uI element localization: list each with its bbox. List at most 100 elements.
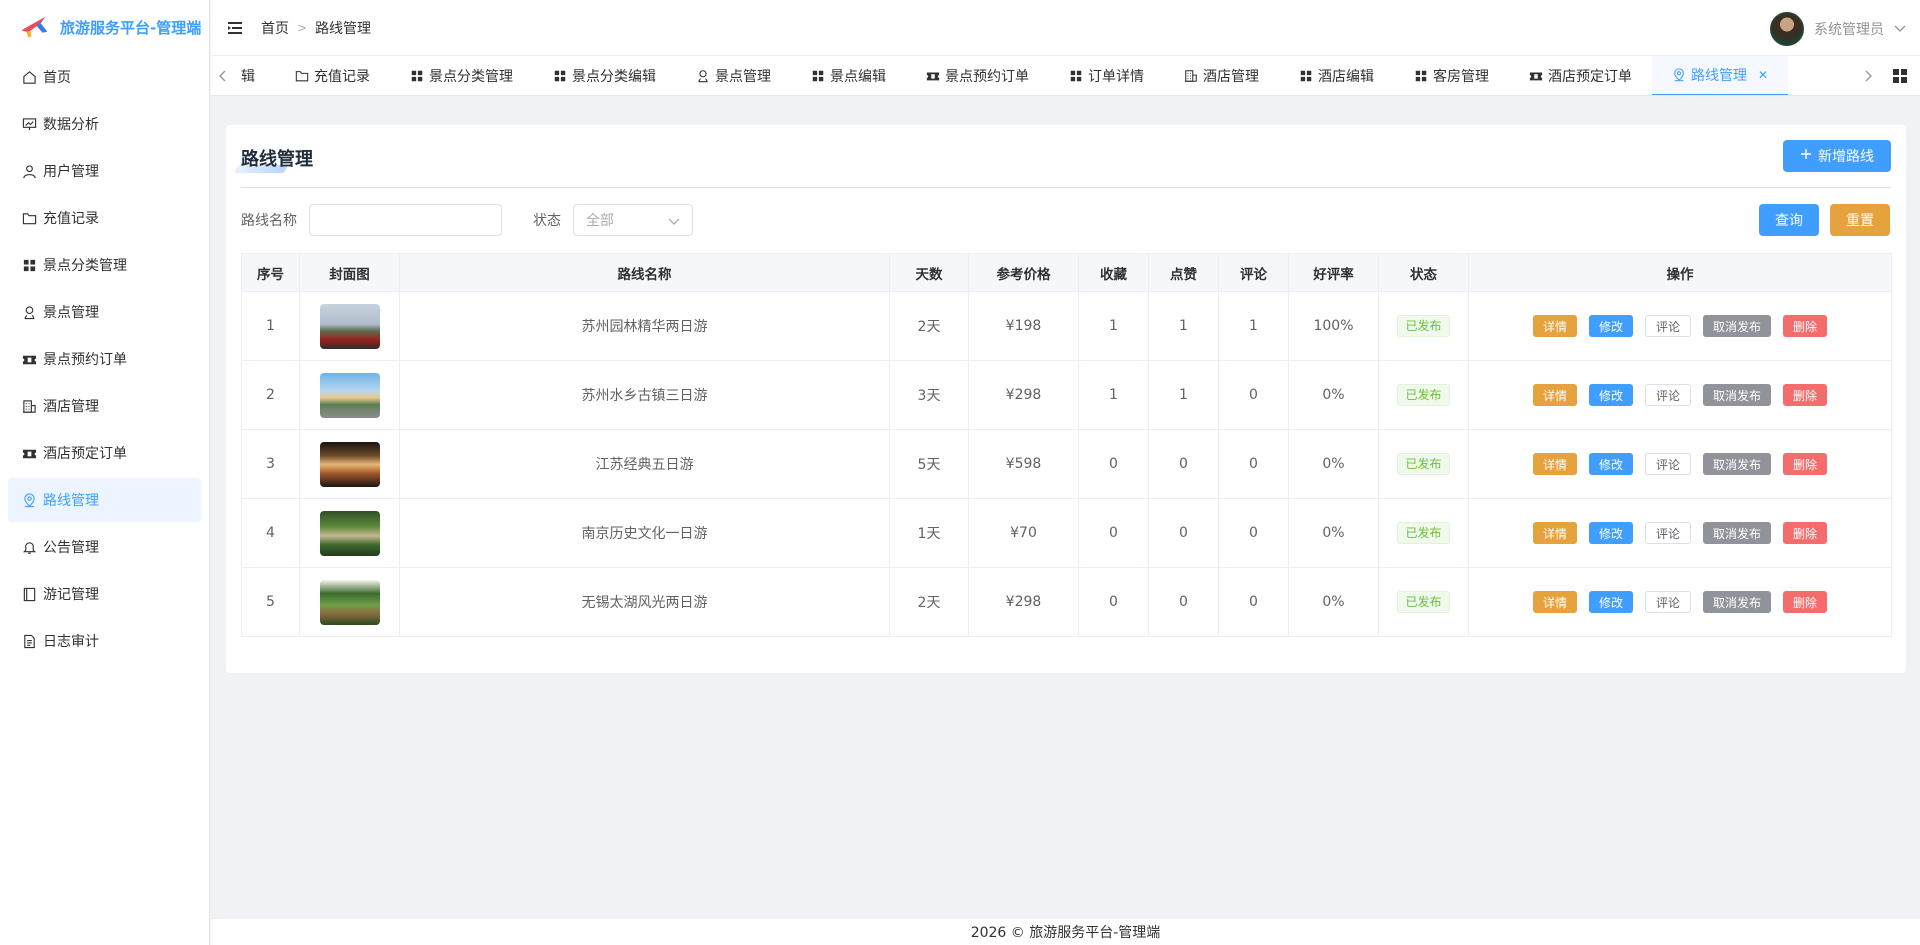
sidebar-item-8[interactable]: 酒店预定订单 bbox=[8, 431, 201, 475]
tab-12[interactable]: 路线管理 ✕ bbox=[1652, 56, 1789, 95]
cell-comment: 0 bbox=[1218, 498, 1289, 568]
chevron-down-icon bbox=[668, 214, 680, 230]
cover-image[interactable] bbox=[319, 579, 380, 625]
cover-image[interactable] bbox=[319, 510, 380, 556]
tab-10[interactable]: 客房管理 bbox=[1394, 56, 1509, 95]
delete-button[interactable]: 删除 bbox=[1783, 522, 1828, 544]
sidebar-item-4[interactable]: 景点分类管理 bbox=[8, 243, 201, 287]
status-badge: 已发布 bbox=[1397, 591, 1450, 613]
detail-button[interactable]: 详情 bbox=[1532, 315, 1577, 337]
delete-button[interactable]: 删除 bbox=[1783, 591, 1828, 613]
user-name[interactable]: 系统管理员 bbox=[1814, 19, 1884, 39]
edit-button[interactable]: 修改 bbox=[1588, 453, 1633, 475]
tabs-menu-grid-icon[interactable] bbox=[1880, 56, 1920, 95]
comment-button[interactable]: 评论 bbox=[1644, 315, 1691, 337]
app-logo[interactable]: 旅游服务平台-管理端 bbox=[0, 0, 209, 54]
unpublish-button[interactable]: 取消发布 bbox=[1703, 591, 1772, 613]
sidebar-item-2[interactable]: 用户管理 bbox=[8, 149, 201, 193]
tabs-scroll-right-icon[interactable] bbox=[1856, 56, 1880, 95]
ticket-icon bbox=[21, 445, 37, 461]
tab-5[interactable]: 景点编辑 bbox=[791, 56, 906, 95]
tab-2[interactable]: 景点分类管理 bbox=[390, 56, 533, 95]
folder-icon bbox=[295, 69, 309, 83]
comment-button[interactable]: 评论 bbox=[1644, 453, 1691, 475]
tab-0[interactable]: 辑 bbox=[235, 56, 275, 95]
tab-label: 景点预约订单 bbox=[945, 68, 1029, 85]
cell-comment: 0 bbox=[1218, 567, 1289, 637]
detail-button[interactable]: 详情 bbox=[1532, 522, 1577, 544]
breadcrumb-separator-icon: > bbox=[297, 20, 308, 35]
close-icon[interactable]: ✕ bbox=[1758, 68, 1768, 82]
edit-button[interactable]: 修改 bbox=[1588, 315, 1633, 337]
sidebar-item-10[interactable]: 公告管理 bbox=[8, 525, 201, 569]
sidebar-item-6[interactable]: 景点预约订单 bbox=[8, 337, 201, 381]
user-menu[interactable]: 系统管理员 bbox=[1770, 12, 1906, 46]
edit-button[interactable]: 修改 bbox=[1588, 522, 1633, 544]
delete-button[interactable]: 删除 bbox=[1783, 384, 1828, 406]
actions-cell: 详情 修改 评论 取消发布 删除 bbox=[1468, 429, 1892, 499]
building-icon bbox=[1184, 69, 1198, 83]
routes-table: 序号 封面图 路线名称 天数 参考价格 收藏 点赞 评论 好评率 状态 操作 1 苏州园林精华两日游 2… bbox=[241, 253, 1892, 637]
breadcrumb-home[interactable]: 首页 bbox=[261, 18, 289, 38]
tab-label: 订单详情 bbox=[1088, 68, 1144, 85]
tab-6[interactable]: 景点预约订单 bbox=[906, 56, 1049, 95]
sidebar-item-3[interactable]: 充值记录 bbox=[8, 196, 201, 240]
unpublish-button[interactable]: 取消发布 bbox=[1703, 315, 1772, 337]
tab-4[interactable]: 景点管理 bbox=[676, 56, 791, 95]
unpublish-button[interactable]: 取消发布 bbox=[1703, 522, 1772, 544]
tab-3[interactable]: 景点分类编辑 bbox=[533, 56, 676, 95]
cover-cell bbox=[299, 291, 400, 361]
reset-button[interactable]: 重置 bbox=[1830, 204, 1890, 236]
cover-image[interactable] bbox=[319, 303, 380, 349]
tab-11[interactable]: 酒店预定订单 bbox=[1509, 56, 1652, 95]
avatar[interactable] bbox=[1770, 12, 1804, 46]
grid-icon bbox=[1069, 69, 1083, 83]
actions-cell: 详情 修改 评论 取消发布 删除 bbox=[1468, 567, 1892, 637]
cover-image[interactable] bbox=[319, 441, 380, 487]
tab-1[interactable]: 充值记录 bbox=[275, 56, 390, 95]
delete-button[interactable]: 删除 bbox=[1783, 453, 1828, 475]
sidebar-item-1[interactable]: 数据分析 bbox=[8, 102, 201, 146]
detail-button[interactable]: 详情 bbox=[1532, 384, 1577, 406]
tabs-scroll-left-icon[interactable] bbox=[211, 56, 235, 95]
actions-cell: 详情 修改 评论 取消发布 删除 bbox=[1468, 360, 1892, 430]
detail-button[interactable]: 详情 bbox=[1532, 591, 1577, 613]
sidebar-item-label: 公告管理 bbox=[43, 540, 99, 556]
tab-7[interactable]: 订单详情 bbox=[1049, 56, 1164, 95]
cell-price: ¥298 bbox=[968, 567, 1079, 637]
comment-button[interactable]: 评论 bbox=[1644, 591, 1691, 613]
status-select[interactable]: 全部 bbox=[573, 204, 693, 236]
unpublish-button[interactable]: 取消发布 bbox=[1703, 453, 1772, 475]
cell-days: 5天 bbox=[889, 429, 969, 499]
cell-rate: 0% bbox=[1288, 429, 1379, 499]
sidebar-item-7[interactable]: 酒店管理 bbox=[8, 384, 201, 428]
unpublish-button[interactable]: 取消发布 bbox=[1703, 384, 1772, 406]
sidebar-item-12[interactable]: 日志审计 bbox=[8, 619, 201, 663]
airplane-icon bbox=[18, 10, 52, 44]
comment-button[interactable]: 评论 bbox=[1644, 384, 1691, 406]
delete-button[interactable]: 删除 bbox=[1783, 315, 1828, 337]
sidebar-item-5[interactable]: 景点管理 bbox=[8, 290, 201, 334]
edit-button[interactable]: 修改 bbox=[1588, 384, 1633, 406]
sidebar-item-9[interactable]: 路线管理 bbox=[8, 478, 201, 522]
cell-fav: 0 bbox=[1078, 498, 1149, 568]
table-row: 4 南京历史文化一日游 1天 ¥70 0 0 0 0% 已发布 详情 修改 评论 取消发布 删除 bbox=[241, 498, 1892, 568]
edit-button[interactable]: 修改 bbox=[1588, 591, 1633, 613]
add-route-button[interactable]: 新增路线 bbox=[1783, 140, 1891, 172]
column-header: 点赞 bbox=[1148, 253, 1219, 292]
tab-8[interactable]: 酒店管理 bbox=[1164, 56, 1279, 95]
cell-name: 苏州园林精华两日游 bbox=[399, 291, 890, 361]
menu-toggle-icon[interactable] bbox=[227, 19, 245, 37]
cell-days: 2天 bbox=[889, 291, 969, 361]
column-header: 序号 bbox=[241, 253, 300, 292]
comment-button[interactable]: 评论 bbox=[1644, 522, 1691, 544]
query-button[interactable]: 查询 bbox=[1759, 204, 1819, 236]
cover-cell bbox=[299, 498, 400, 568]
tab-9[interactable]: 酒店编辑 bbox=[1279, 56, 1394, 95]
chevron-down-icon[interactable] bbox=[1894, 21, 1906, 37]
cover-image[interactable] bbox=[319, 372, 380, 418]
detail-button[interactable]: 详情 bbox=[1532, 453, 1577, 475]
sidebar-item-11[interactable]: 游记管理 bbox=[8, 572, 201, 616]
sidebar-item-0[interactable]: 首页 bbox=[8, 55, 201, 99]
route-name-input[interactable] bbox=[309, 204, 502, 236]
